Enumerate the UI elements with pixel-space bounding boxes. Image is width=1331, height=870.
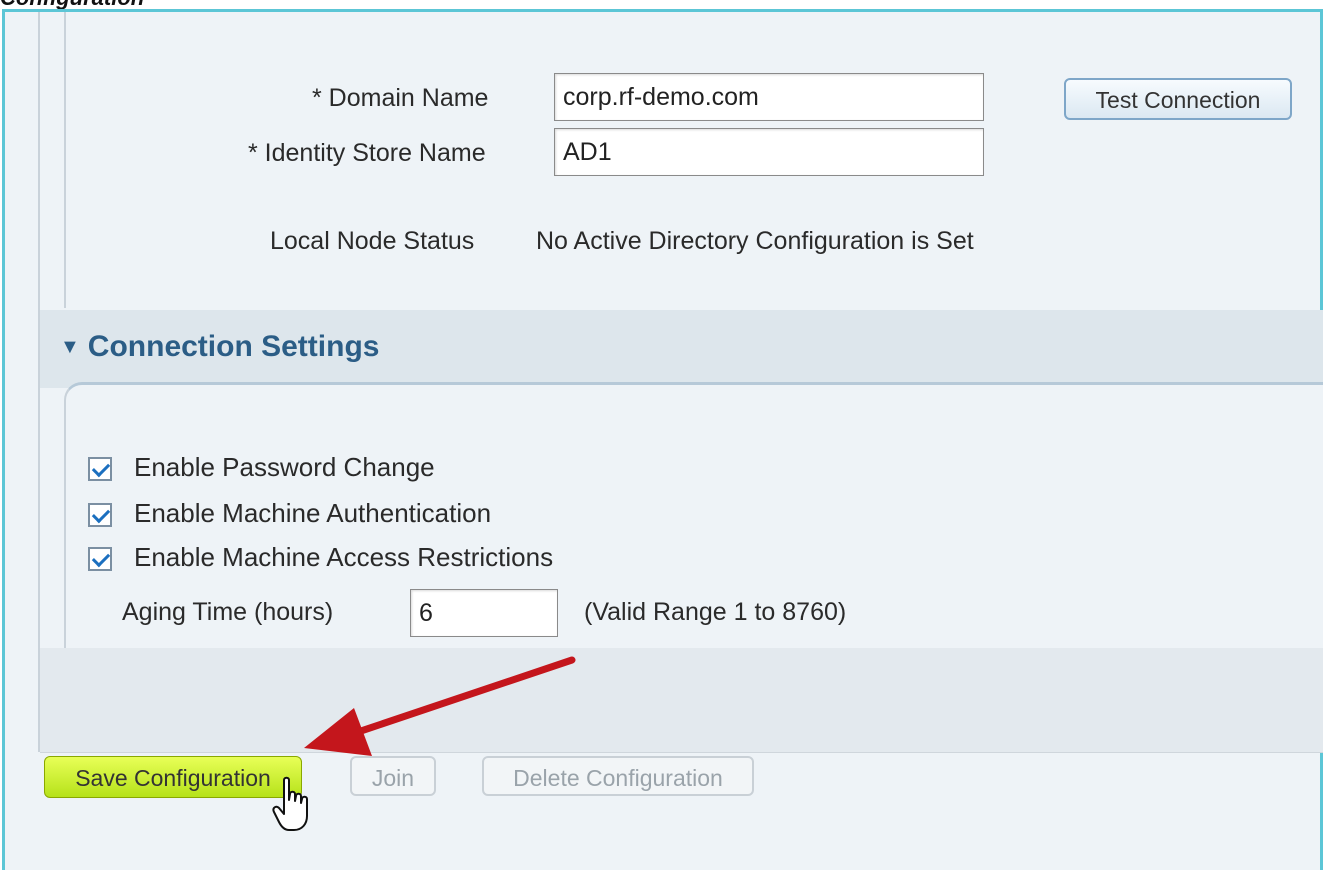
identity-store-input[interactable]: [554, 128, 984, 176]
checkbox-label: Enable Machine Authentication: [134, 498, 492, 528]
checkbox[interactable]: [88, 457, 112, 481]
domain-name-label: * Domain Name: [312, 84, 489, 112]
red-arrow-icon: [304, 656, 576, 756]
aging-range-hint: (Valid Range 1 to 8760): [584, 598, 847, 626]
identity-store-label: * Identity Store Name: [248, 139, 486, 167]
inner-left-rail: [64, 12, 66, 308]
checkbox-label: Enable Machine Access Restrictions: [134, 542, 554, 572]
local-node-status-label: Local Node Status: [270, 227, 475, 255]
triangle-down-icon: ▼: [60, 336, 80, 358]
save-configuration-button[interactable]: Save Configuration: [44, 756, 302, 798]
test-connection-button[interactable]: Test Connection: [1064, 78, 1292, 120]
checkmark-icon: [91, 504, 111, 524]
aging-time-label: Aging Time (hours): [122, 598, 334, 626]
domain-name-input[interactable]: [554, 73, 984, 121]
local-node-status-value: No Active Directory Configuration is Set: [536, 227, 974, 255]
connection-settings-toggle[interactable]: ▼ Connection Settings: [60, 330, 379, 364]
action-bar-background: [40, 648, 1323, 752]
checkmark-icon: [91, 458, 111, 478]
page-caption: Configuration: [0, 0, 144, 9]
checkmark-icon: [91, 548, 111, 568]
checkbox[interactable]: [88, 547, 112, 571]
checkbox-label: Enable Password Change: [134, 452, 435, 482]
checkbox[interactable]: [88, 503, 112, 527]
hand-pointer-icon: [272, 776, 308, 831]
section-title: Connection Settings: [87, 330, 380, 363]
action-bar-divider: [40, 752, 1323, 753]
aging-time-input[interactable]: [410, 589, 558, 637]
